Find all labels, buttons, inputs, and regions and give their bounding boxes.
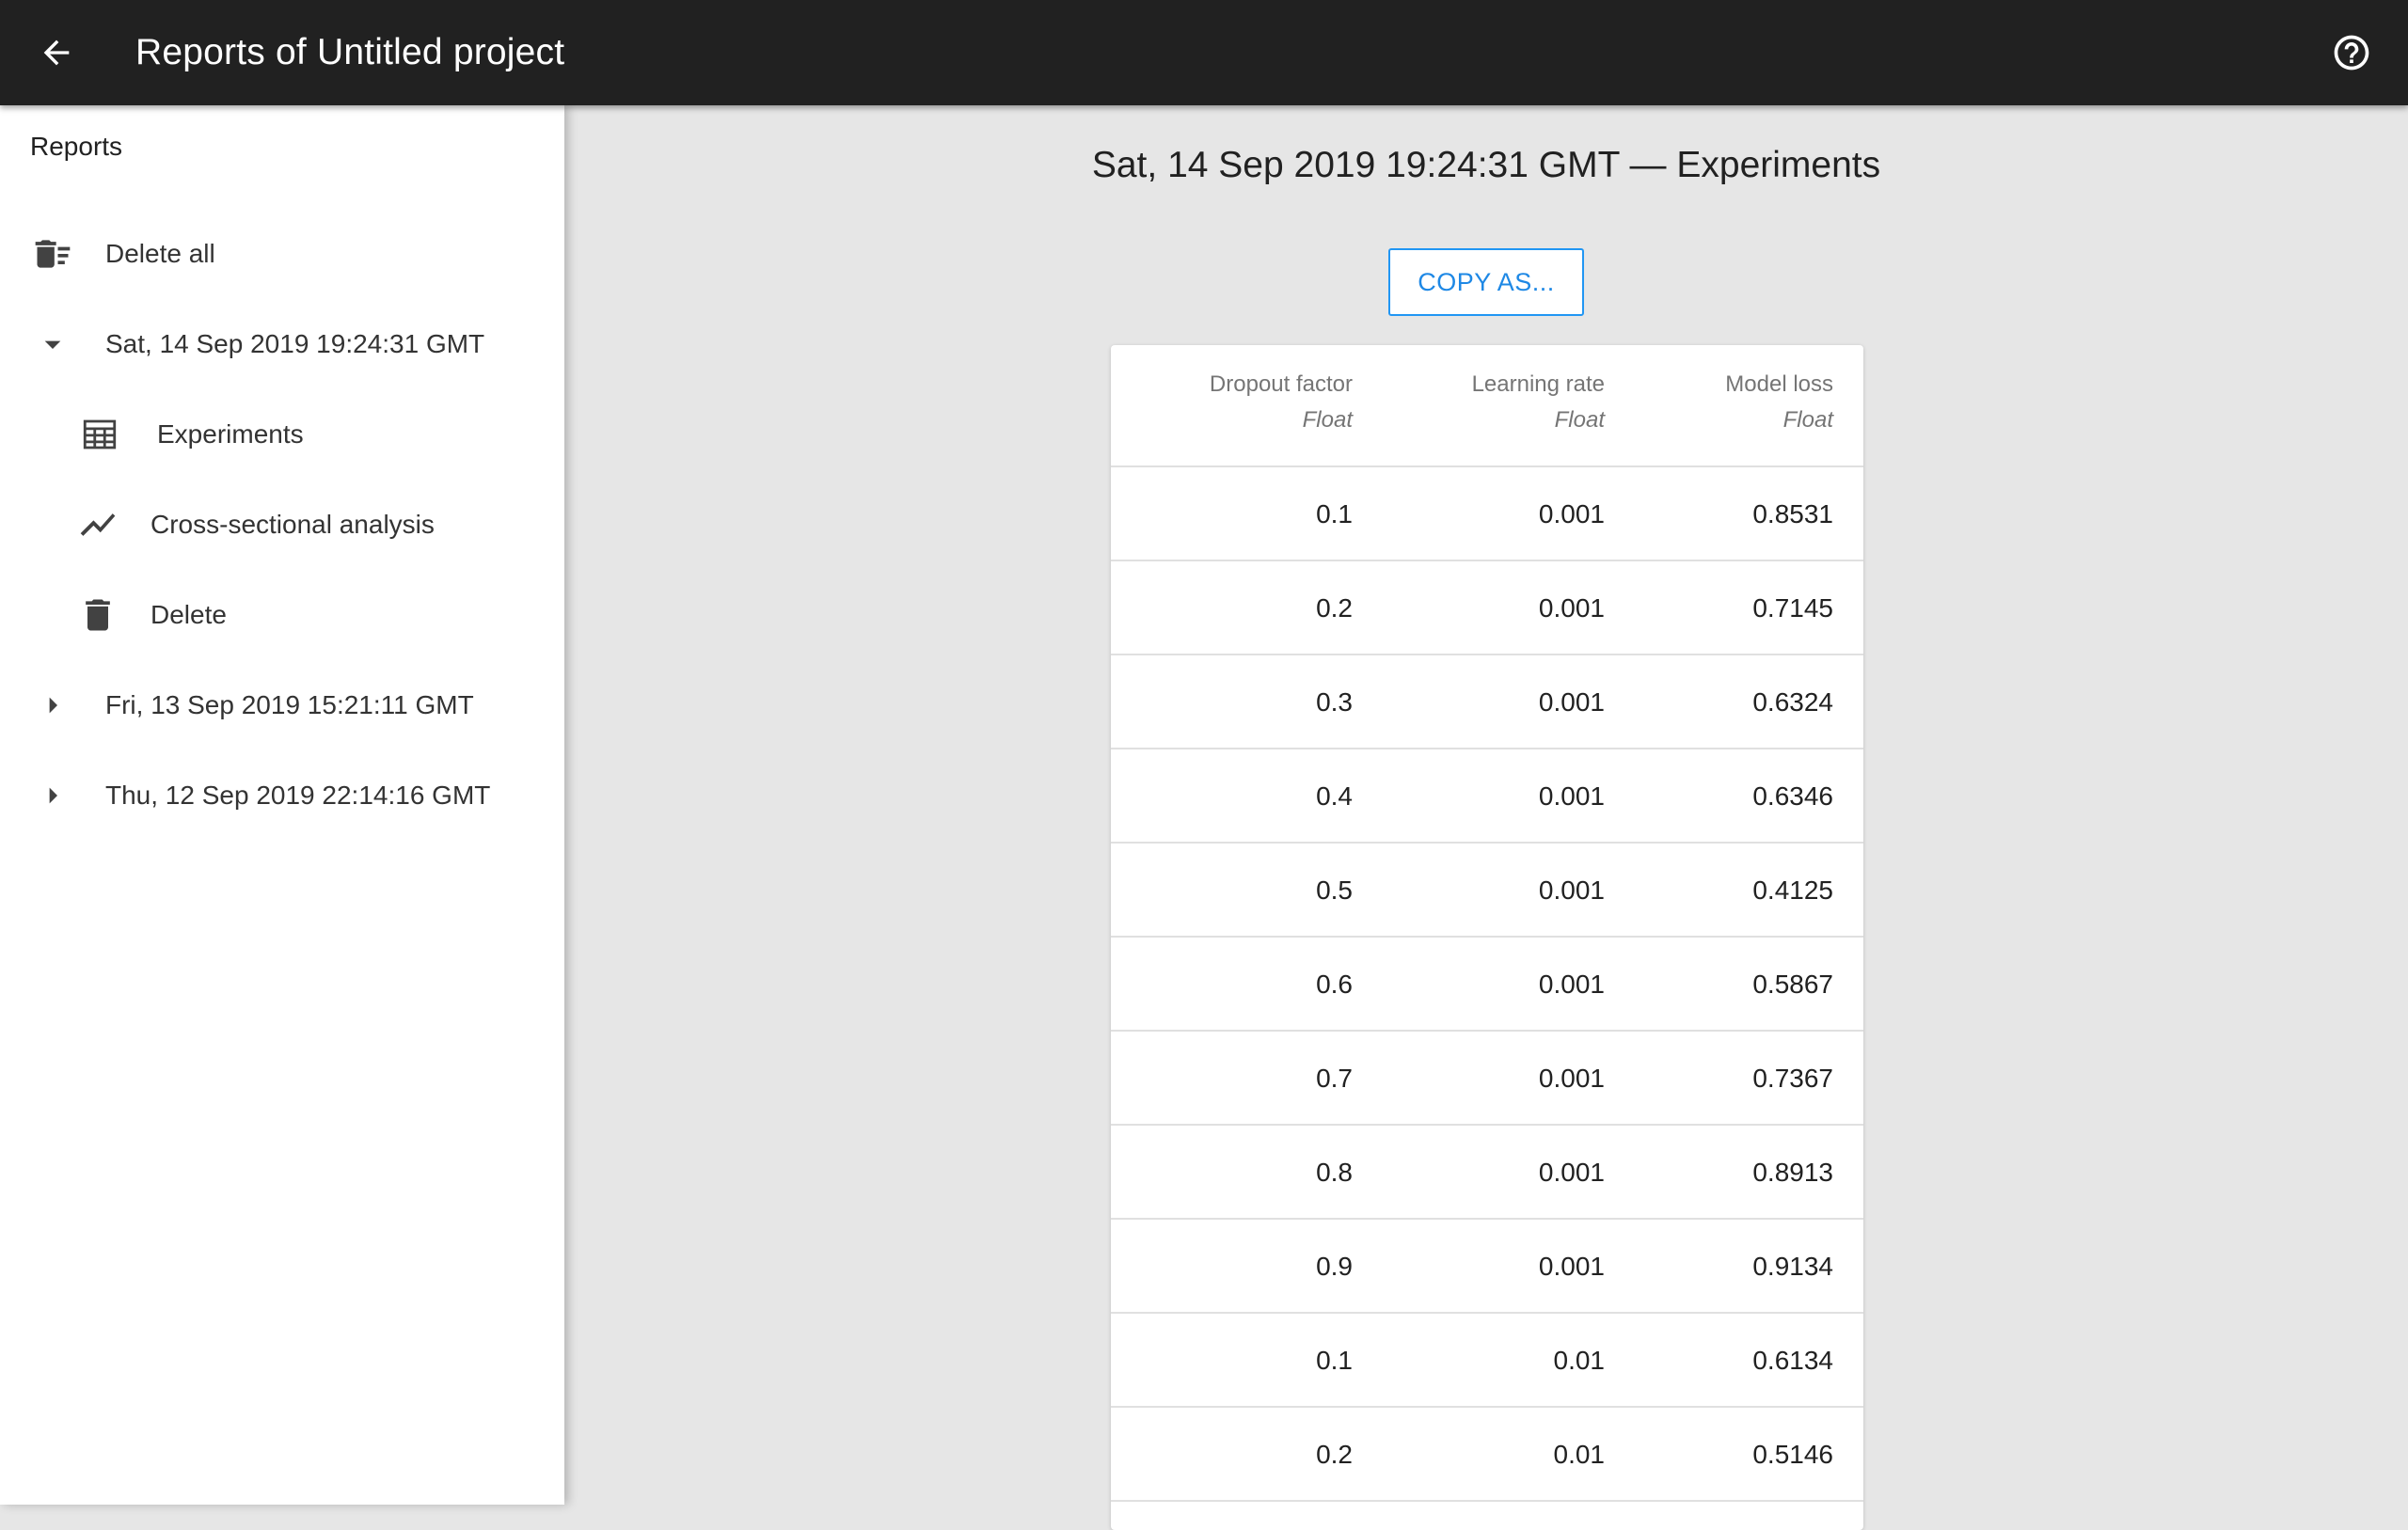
table-cell: 0.5: [1316, 875, 1353, 905]
caret-down-icon: [30, 322, 75, 367]
report-item-label: Fri, 13 Sep 2019 15:21:11 GMT: [105, 690, 474, 719]
table-row: 0.1 0.001 0.8531: [1111, 467, 1863, 561]
table-cell: 0.001: [1538, 970, 1605, 999]
table-cell: 0.001: [1538, 593, 1605, 623]
report-child-label: Delete: [150, 600, 227, 629]
table-cell: 0.7367: [1752, 1064, 1833, 1093]
table-cell: 0.1: [1316, 499, 1353, 528]
table-row: 0.7 0.001 0.7367: [1111, 1032, 1863, 1126]
delete-all-button[interactable]: Delete all: [0, 209, 564, 299]
column-name: Dropout factor: [1209, 371, 1353, 397]
table-cell: 0.8: [1316, 1158, 1353, 1187]
table-cell: 0.8531: [1752, 499, 1833, 528]
table-cell: 0.001: [1538, 1252, 1605, 1281]
delete-sweep-icon: [30, 231, 75, 276]
table-row: 0.3 0.001 0.6324: [1111, 655, 1863, 749]
table-cell: 0.001: [1538, 1158, 1605, 1187]
help-circle-icon[interactable]: [2323, 24, 2380, 81]
report-item-sat-14-sep[interactable]: Sat, 14 Sep 2019 19:24:31 GMT: [0, 299, 564, 389]
table-row: 0.2 0.01 0.5146: [1111, 1408, 1863, 1502]
table-cell: 0.9134: [1752, 1252, 1833, 1281]
table-cell: 0.6346: [1752, 781, 1833, 811]
report-child-cross-sectional-analysis[interactable]: Cross-sectional analysis: [0, 480, 564, 570]
report-child-label: Experiments: [157, 419, 304, 449]
report-item-fri-13-sep[interactable]: Fri, 13 Sep 2019 15:21:11 GMT: [0, 660, 564, 750]
app-bar: Reports of Untitled project: [0, 0, 2408, 105]
column-type: Float: [1302, 407, 1353, 433]
arrow-back-icon[interactable]: [28, 24, 85, 81]
table-row: 0.2 0.001 0.7145: [1111, 561, 1863, 655]
column-type: Float: [1554, 407, 1605, 433]
trash-icon: [75, 592, 120, 638]
table-header: Dropout factor Float Learning rate Float…: [1111, 345, 1863, 467]
table-cell: 0.2: [1316, 593, 1353, 623]
table-cell: 0.001: [1538, 499, 1605, 528]
main-content: Sat, 14 Sep 2019 19:24:31 GMT — Experime…: [564, 105, 2408, 1530]
table-row: 0.4 0.001 0.6346: [1111, 749, 1863, 844]
caret-right-icon: [30, 773, 75, 818]
experiments-table: Dropout factor Float Learning rate Float…: [1111, 345, 1863, 1530]
chart-line-icon: [75, 502, 120, 547]
table-cell: 0.8913: [1752, 1158, 1833, 1187]
column-type: Float: [1782, 407, 1833, 433]
column-name: Learning rate: [1471, 371, 1605, 397]
table-cell: 0.6324: [1752, 687, 1833, 717]
table-icon: [77, 412, 122, 457]
table-cell: 0.7: [1316, 1064, 1353, 1093]
report-child-experiments[interactable]: Experiments: [0, 389, 564, 480]
table-cell: 0.5146: [1752, 1440, 1833, 1469]
table-cell: 0.01: [1553, 1440, 1606, 1469]
table-cell: 0.5867: [1752, 970, 1833, 999]
table-row: 0.5 0.001 0.4125: [1111, 844, 1863, 938]
delete-all-label: Delete all: [105, 239, 215, 268]
table-cell: 0.001: [1538, 1064, 1605, 1093]
report-child-delete[interactable]: Delete: [0, 570, 564, 660]
table-cell: 0.001: [1538, 687, 1605, 717]
table-cell: 0.6: [1316, 970, 1353, 999]
report-child-label: Cross-sectional analysis: [150, 510, 435, 539]
column-header-dropout-factor[interactable]: Dropout factor Float: [1210, 371, 1353, 434]
sidebar-section-title: Reports: [30, 132, 123, 161]
table-cell: 0.001: [1538, 781, 1605, 811]
report-item-label: Sat, 14 Sep 2019 19:24:31 GMT: [105, 329, 485, 358]
report-item-thu-12-sep[interactable]: Thu, 12 Sep 2019 22:14:16 GMT: [0, 750, 564, 841]
table-cell: 0.4: [1316, 781, 1353, 811]
table-cell: 0.001: [1538, 875, 1605, 905]
table-row: 0.8 0.001 0.8913: [1111, 1126, 1863, 1220]
page-title: Reports of Untitled project: [135, 32, 565, 72]
table-cell: 0.1: [1316, 1346, 1353, 1375]
sidebar: Reports Delete all Sat, 14 Sep 2019 19:2…: [0, 105, 564, 1505]
table-row: 0.9 0.001 0.9134: [1111, 1220, 1863, 1314]
table-cell: 0.2: [1316, 1440, 1353, 1469]
table-cell: 0.7145: [1752, 593, 1833, 623]
report-item-label: Thu, 12 Sep 2019 22:14:16 GMT: [105, 781, 491, 810]
table-cell: 0.9: [1316, 1252, 1353, 1281]
report-title: Sat, 14 Sep 2019 19:24:31 GMT — Experime…: [1091, 145, 1881, 185]
column-header-learning-rate[interactable]: Learning rate Float: [1472, 371, 1605, 434]
table-cell: 0.4125: [1752, 875, 1833, 905]
column-header-model-loss[interactable]: Model loss Float: [1725, 371, 1833, 434]
table-row: 0.6 0.001 0.5867: [1111, 938, 1863, 1032]
table-cell: 0.3: [1316, 687, 1353, 717]
table-cell: 0.01: [1553, 1346, 1606, 1375]
column-name: Model loss: [1725, 371, 1833, 397]
copy-as-button[interactable]: COPY AS...: [1388, 248, 1584, 316]
table-cell: 0.6134: [1752, 1346, 1833, 1375]
table-row: 0.1 0.01 0.6134: [1111, 1314, 1863, 1408]
caret-right-icon: [30, 683, 75, 728]
